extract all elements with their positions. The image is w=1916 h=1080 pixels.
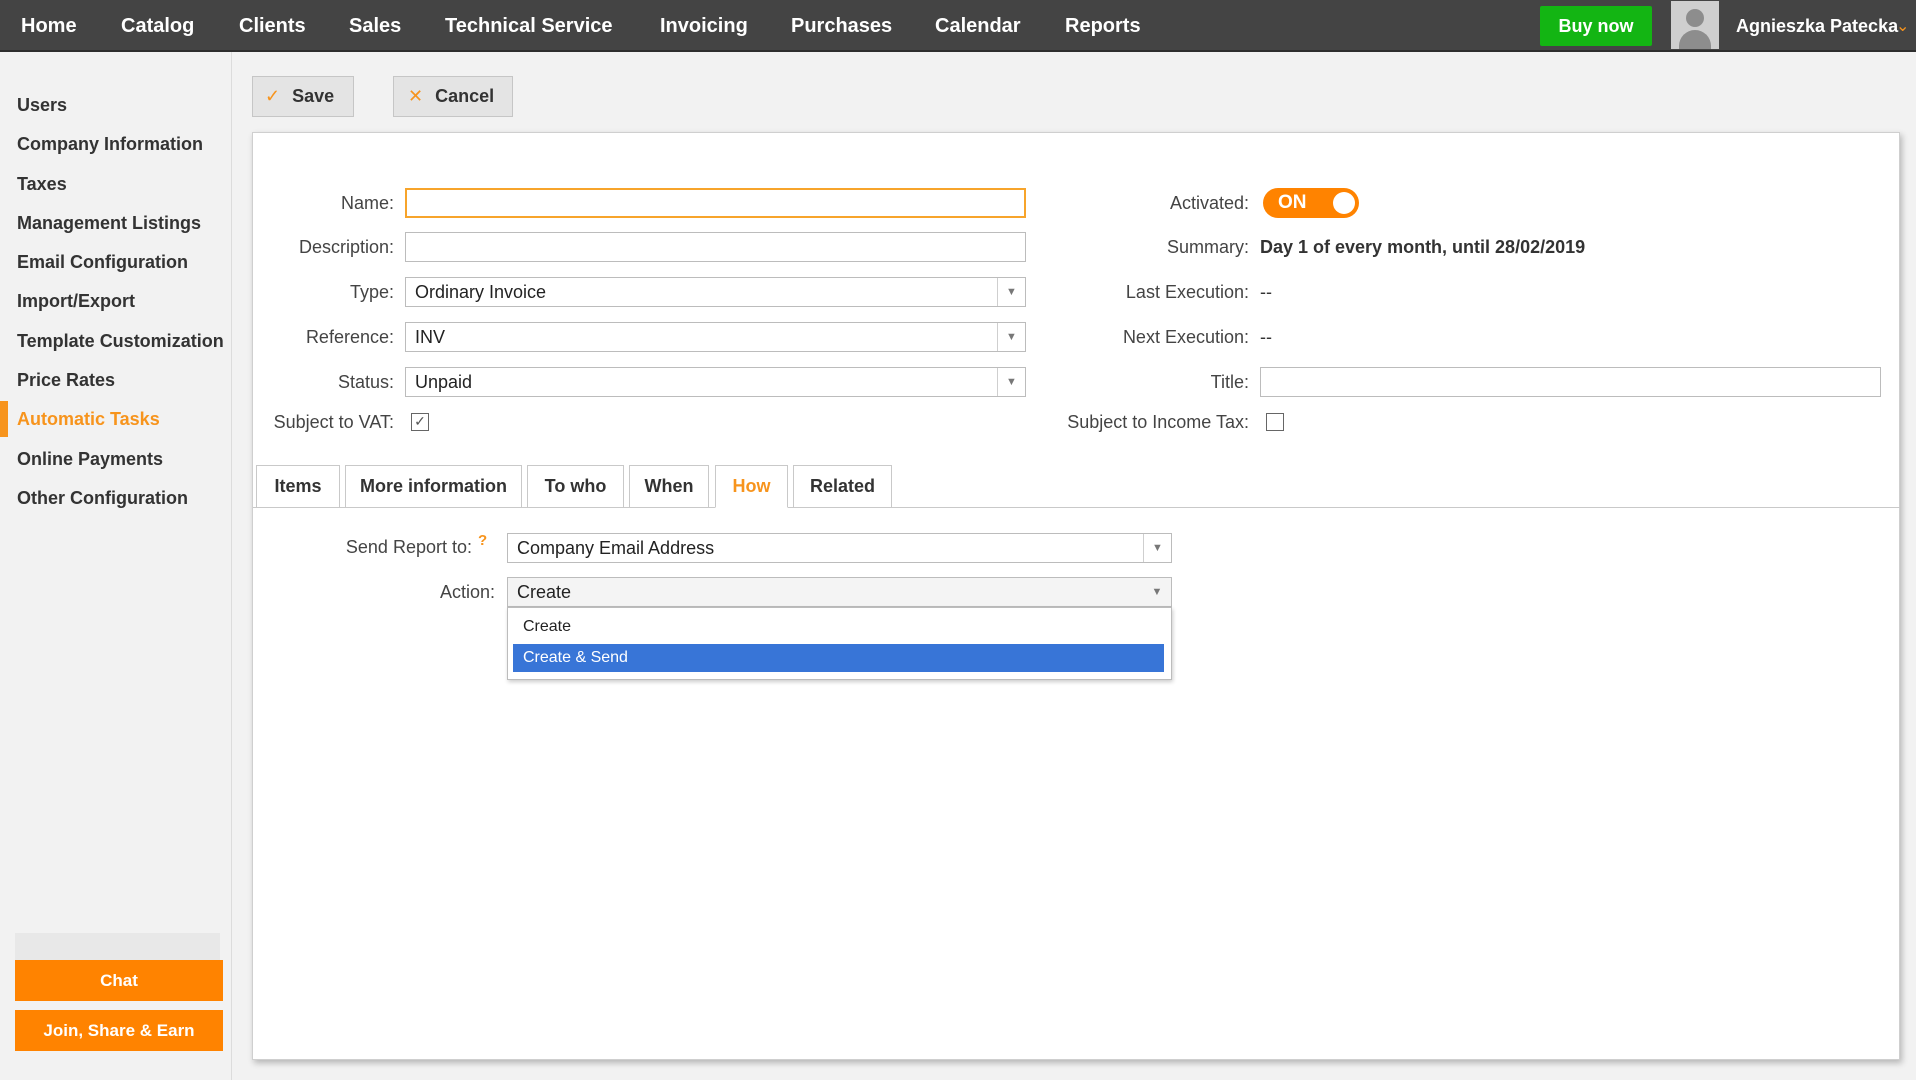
status-select[interactable]: Unpaid ▼ — [405, 367, 1026, 397]
tab-more-information[interactable]: More information — [345, 465, 522, 508]
check-icon: ✓ — [265, 86, 281, 106]
user-name[interactable]: Agnieszka Patecka — [1736, 0, 1898, 52]
status-value: Unpaid — [415, 372, 473, 392]
vat-checkbox[interactable]: ✓ — [411, 413, 429, 431]
action-option-create[interactable]: Create — [513, 613, 1164, 641]
active-item-marker — [0, 401, 8, 437]
name-label: Name: — [340, 193, 394, 213]
activated-label: Activated: — [1169, 193, 1249, 213]
send-report-label: Send Report to: — [345, 537, 472, 557]
tab-when[interactable]: When — [629, 465, 709, 508]
summary-label: Summary: — [1166, 237, 1249, 257]
sidebar-item-management-listings[interactable]: Management Listings — [17, 211, 201, 235]
type-select[interactable]: Ordinary Invoice ▼ — [405, 277, 1026, 307]
name-field[interactable] — [405, 188, 1026, 218]
income-tax-label: Subject to Income Tax: — [1067, 412, 1249, 432]
reference-select[interactable]: INV ▼ — [405, 322, 1026, 352]
action-label: Action: — [439, 582, 495, 602]
dropdown-arrow-icon[interactable]: ▼ — [1143, 534, 1171, 562]
sidebar-item-import-export[interactable]: Import/Export — [17, 289, 135, 313]
next-execution-value: -- — [1260, 327, 1272, 347]
tab-how[interactable]: How — [715, 465, 788, 508]
cancel-label: Cancel — [435, 86, 495, 106]
sidebar-item-price-rates[interactable]: Price Rates — [17, 368, 115, 392]
title-field[interactable] — [1260, 367, 1881, 397]
last-execution-label: Last Execution: — [1125, 282, 1249, 302]
nav-technical-service[interactable]: Technical Service — [445, 0, 613, 52]
sidebar: Users Company Information Taxes Manageme… — [0, 52, 232, 1080]
send-report-select[interactable]: Company Email Address ▼ — [507, 533, 1172, 563]
type-value: Ordinary Invoice — [415, 282, 547, 302]
nav-calendar[interactable]: Calendar — [935, 0, 1021, 52]
sidebar-item-email-configuration[interactable]: Email Configuration — [17, 250, 188, 274]
toggle-state-label: ON — [1278, 192, 1307, 213]
cancel-button[interactable]: ✕ Cancel — [393, 76, 513, 117]
help-icon[interactable]: ? — [478, 532, 487, 549]
sidebar-item-online-payments[interactable]: Online Payments — [17, 447, 163, 471]
sidebar-item-other-configuration[interactable]: Other Configuration — [17, 486, 188, 510]
join-share-earn-button[interactable]: Join, Share & Earn — [15, 1010, 223, 1051]
income-tax-checkbox[interactable] — [1266, 413, 1284, 431]
sidebar-item-taxes[interactable]: Taxes — [17, 172, 67, 196]
action-value: Create — [517, 582, 572, 602]
tab-items[interactable]: Items — [256, 465, 340, 508]
activated-toggle[interactable]: ON — [1263, 188, 1359, 218]
tab-related[interactable]: Related — [793, 465, 892, 508]
last-execution-value: -- — [1260, 282, 1272, 302]
nav-purchases[interactable]: Purchases — [791, 0, 892, 52]
action-dropdown-list: Create Create & Send — [507, 607, 1172, 680]
action-select[interactable]: Create ▼ — [507, 577, 1172, 607]
top-nav: Home Catalog Clients Sales Technical Ser… — [0, 0, 1916, 52]
type-label: Type: — [349, 282, 394, 302]
check-icon: ✓ — [414, 413, 426, 429]
toggle-knob — [1333, 192, 1355, 214]
title-label: Title: — [1210, 372, 1249, 392]
action-option-create-send[interactable]: Create & Send — [513, 644, 1164, 672]
send-report-value: Company Email Address — [517, 538, 715, 558]
sidebar-item-users[interactable]: Users — [17, 93, 67, 117]
avatar-head-shape — [1686, 9, 1704, 27]
description-field[interactable] — [405, 232, 1026, 262]
avatar[interactable] — [1671, 1, 1719, 49]
nav-clients[interactable]: Clients — [239, 0, 306, 52]
nav-home[interactable]: Home — [21, 0, 77, 52]
vat-label: Subject to VAT: — [273, 412, 394, 432]
next-execution-label: Next Execution: — [1122, 327, 1249, 347]
nav-invoicing[interactable]: Invoicing — [660, 0, 748, 52]
chat-button[interactable]: Chat — [15, 960, 223, 1001]
nav-catalog[interactable]: Catalog — [121, 0, 194, 52]
dropdown-arrow-icon[interactable]: ▼ — [1143, 578, 1171, 606]
reference-label: Reference: — [305, 327, 394, 347]
status-label: Status: — [337, 372, 394, 392]
nav-sales[interactable]: Sales — [349, 0, 401, 52]
close-icon: ✕ — [408, 86, 424, 106]
sidebar-item-automatic-tasks[interactable]: Automatic Tasks — [17, 407, 160, 431]
tab-to-who[interactable]: To who — [527, 465, 624, 508]
description-label: Description: — [298, 237, 394, 257]
sidebar-item-company-information[interactable]: Company Information — [17, 132, 203, 156]
reference-value: INV — [415, 327, 446, 347]
save-button[interactable]: ✓ Save — [252, 76, 354, 117]
buy-now-button[interactable]: Buy now — [1540, 6, 1652, 46]
avatar-body-shape — [1679, 30, 1711, 49]
chevron-down-icon[interactable]: ⌄ — [1896, 0, 1909, 52]
sidebar-item-template-customization[interactable]: Template Customization — [17, 329, 224, 353]
summary-value: Day 1 of every month, until 28/02/2019 — [1260, 237, 1586, 257]
save-label: Save — [292, 86, 335, 106]
nav-reports[interactable]: Reports — [1065, 0, 1141, 52]
